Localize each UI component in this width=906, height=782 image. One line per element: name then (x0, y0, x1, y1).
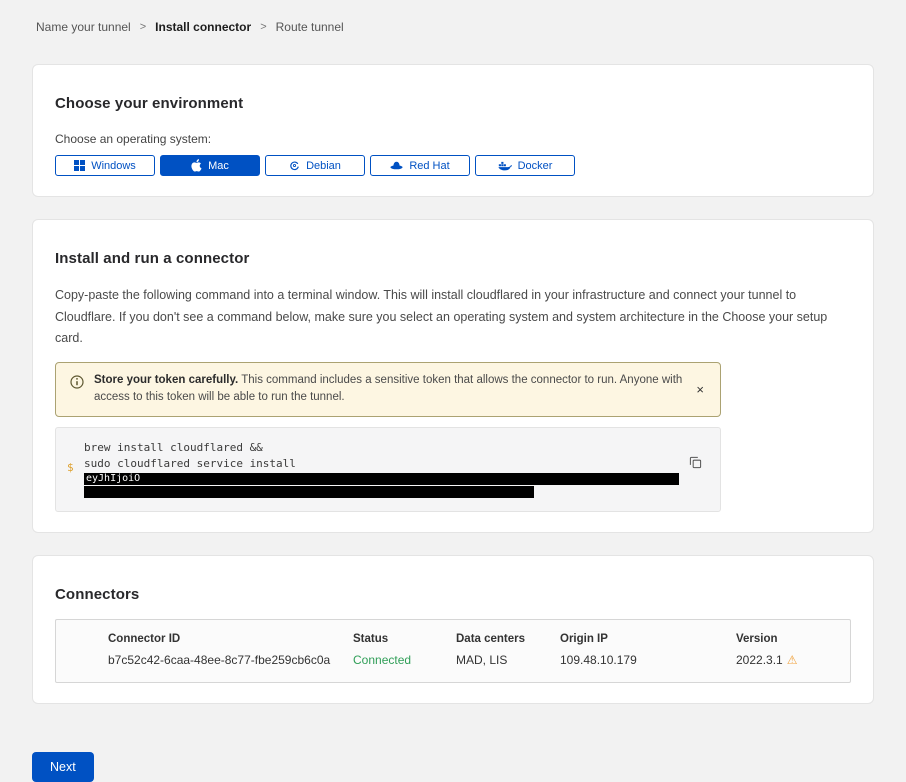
os-button-label: Windows (91, 160, 136, 172)
os-button-redhat[interactable]: Red Hat (370, 155, 470, 176)
connectors-card-title: Connectors (55, 586, 851, 603)
connectors-card: Connectors Connector ID Status Data cent… (32, 555, 874, 704)
os-button-group: Windows Mac Debian Red Hat Docker (55, 155, 851, 176)
alert-text-bold: Store your token carefully. (94, 374, 238, 386)
breadcrumb-separator: > (260, 21, 266, 33)
cell-connector-id: b7c52c42-6caa-48ee-8c77-fbe259cb6c0a (108, 653, 353, 667)
table-row: b7c52c42-6caa-48ee-8c77-fbe259cb6c0a Con… (108, 653, 840, 667)
version-value: 2022.3.1 (736, 653, 783, 667)
docker-icon (498, 161, 512, 171)
token-warning-alert: Store your token carefully. This command… (55, 362, 721, 418)
os-button-debian[interactable]: Debian (265, 155, 365, 176)
redhat-icon (390, 161, 403, 170)
code-line-1: brew install cloudflared && (84, 440, 680, 456)
terminal-prompt: $ (67, 461, 74, 474)
connectors-table: Connector ID Status Data centers Origin … (55, 619, 851, 683)
code-line-2: sudo cloudflared service install (84, 456, 680, 472)
os-button-label: Mac (208, 160, 229, 172)
tunnel-setup-page: Name your tunnel > Install connector > R… (0, 0, 906, 782)
step-name-your-tunnel[interactable]: Name your tunnel (36, 20, 131, 34)
alert-text: Store your token carefully. This command… (94, 372, 682, 408)
windows-icon (74, 160, 85, 171)
install-command-code-block: $ brew install cloudflared && sudo cloud… (55, 427, 721, 512)
environment-card-title: Choose your environment (55, 95, 851, 112)
cell-origin-ip: 109.48.10.179 (560, 653, 736, 667)
install-card-title: Install and run a connector (55, 250, 851, 267)
status-badge: Connected (353, 653, 456, 667)
cell-data-centers: MAD, LIS (456, 653, 560, 667)
cell-version: 2022.3.1 ⚠ (736, 653, 840, 667)
step-install-connector[interactable]: Install connector (155, 20, 251, 34)
col-header-connector-id: Connector ID (108, 633, 353, 645)
token-prefix: eyJhIjoiO (86, 473, 140, 484)
col-header-version: Version (736, 633, 840, 645)
redacted-token-bar: eyJhIjoiO (84, 473, 679, 485)
os-button-label: Docker (518, 160, 553, 172)
os-button-windows[interactable]: Windows (55, 155, 155, 176)
table-header-row: Connector ID Status Data centers Origin … (108, 633, 840, 645)
next-button[interactable]: Next (32, 752, 94, 782)
install-description: Copy-paste the following command into a … (55, 285, 850, 350)
os-button-label: Red Hat (409, 160, 449, 172)
debian-icon (289, 160, 300, 171)
col-header-data-centers: Data centers (456, 633, 560, 645)
apple-icon (191, 159, 202, 172)
install-connector-card: Install and run a connector Copy-paste t… (32, 219, 874, 533)
breadcrumb: Name your tunnel > Install connector > R… (36, 20, 874, 34)
copy-icon[interactable] (687, 454, 704, 474)
redacted-token-bar (84, 486, 534, 498)
info-icon (70, 375, 84, 394)
os-button-mac[interactable]: Mac (160, 155, 260, 176)
warning-icon: ⚠ (787, 653, 798, 667)
step-route-tunnel[interactable]: Route tunnel (276, 20, 344, 34)
col-header-status: Status (353, 633, 456, 645)
breadcrumb-separator: > (140, 21, 146, 33)
os-button-docker[interactable]: Docker (475, 155, 575, 176)
close-icon[interactable]: × (692, 381, 708, 398)
col-header-origin-ip: Origin IP (560, 633, 736, 645)
os-button-label: Debian (306, 160, 341, 172)
environment-card: Choose your environment Choose an operat… (32, 64, 874, 197)
os-select-label: Choose an operating system: (55, 132, 851, 146)
